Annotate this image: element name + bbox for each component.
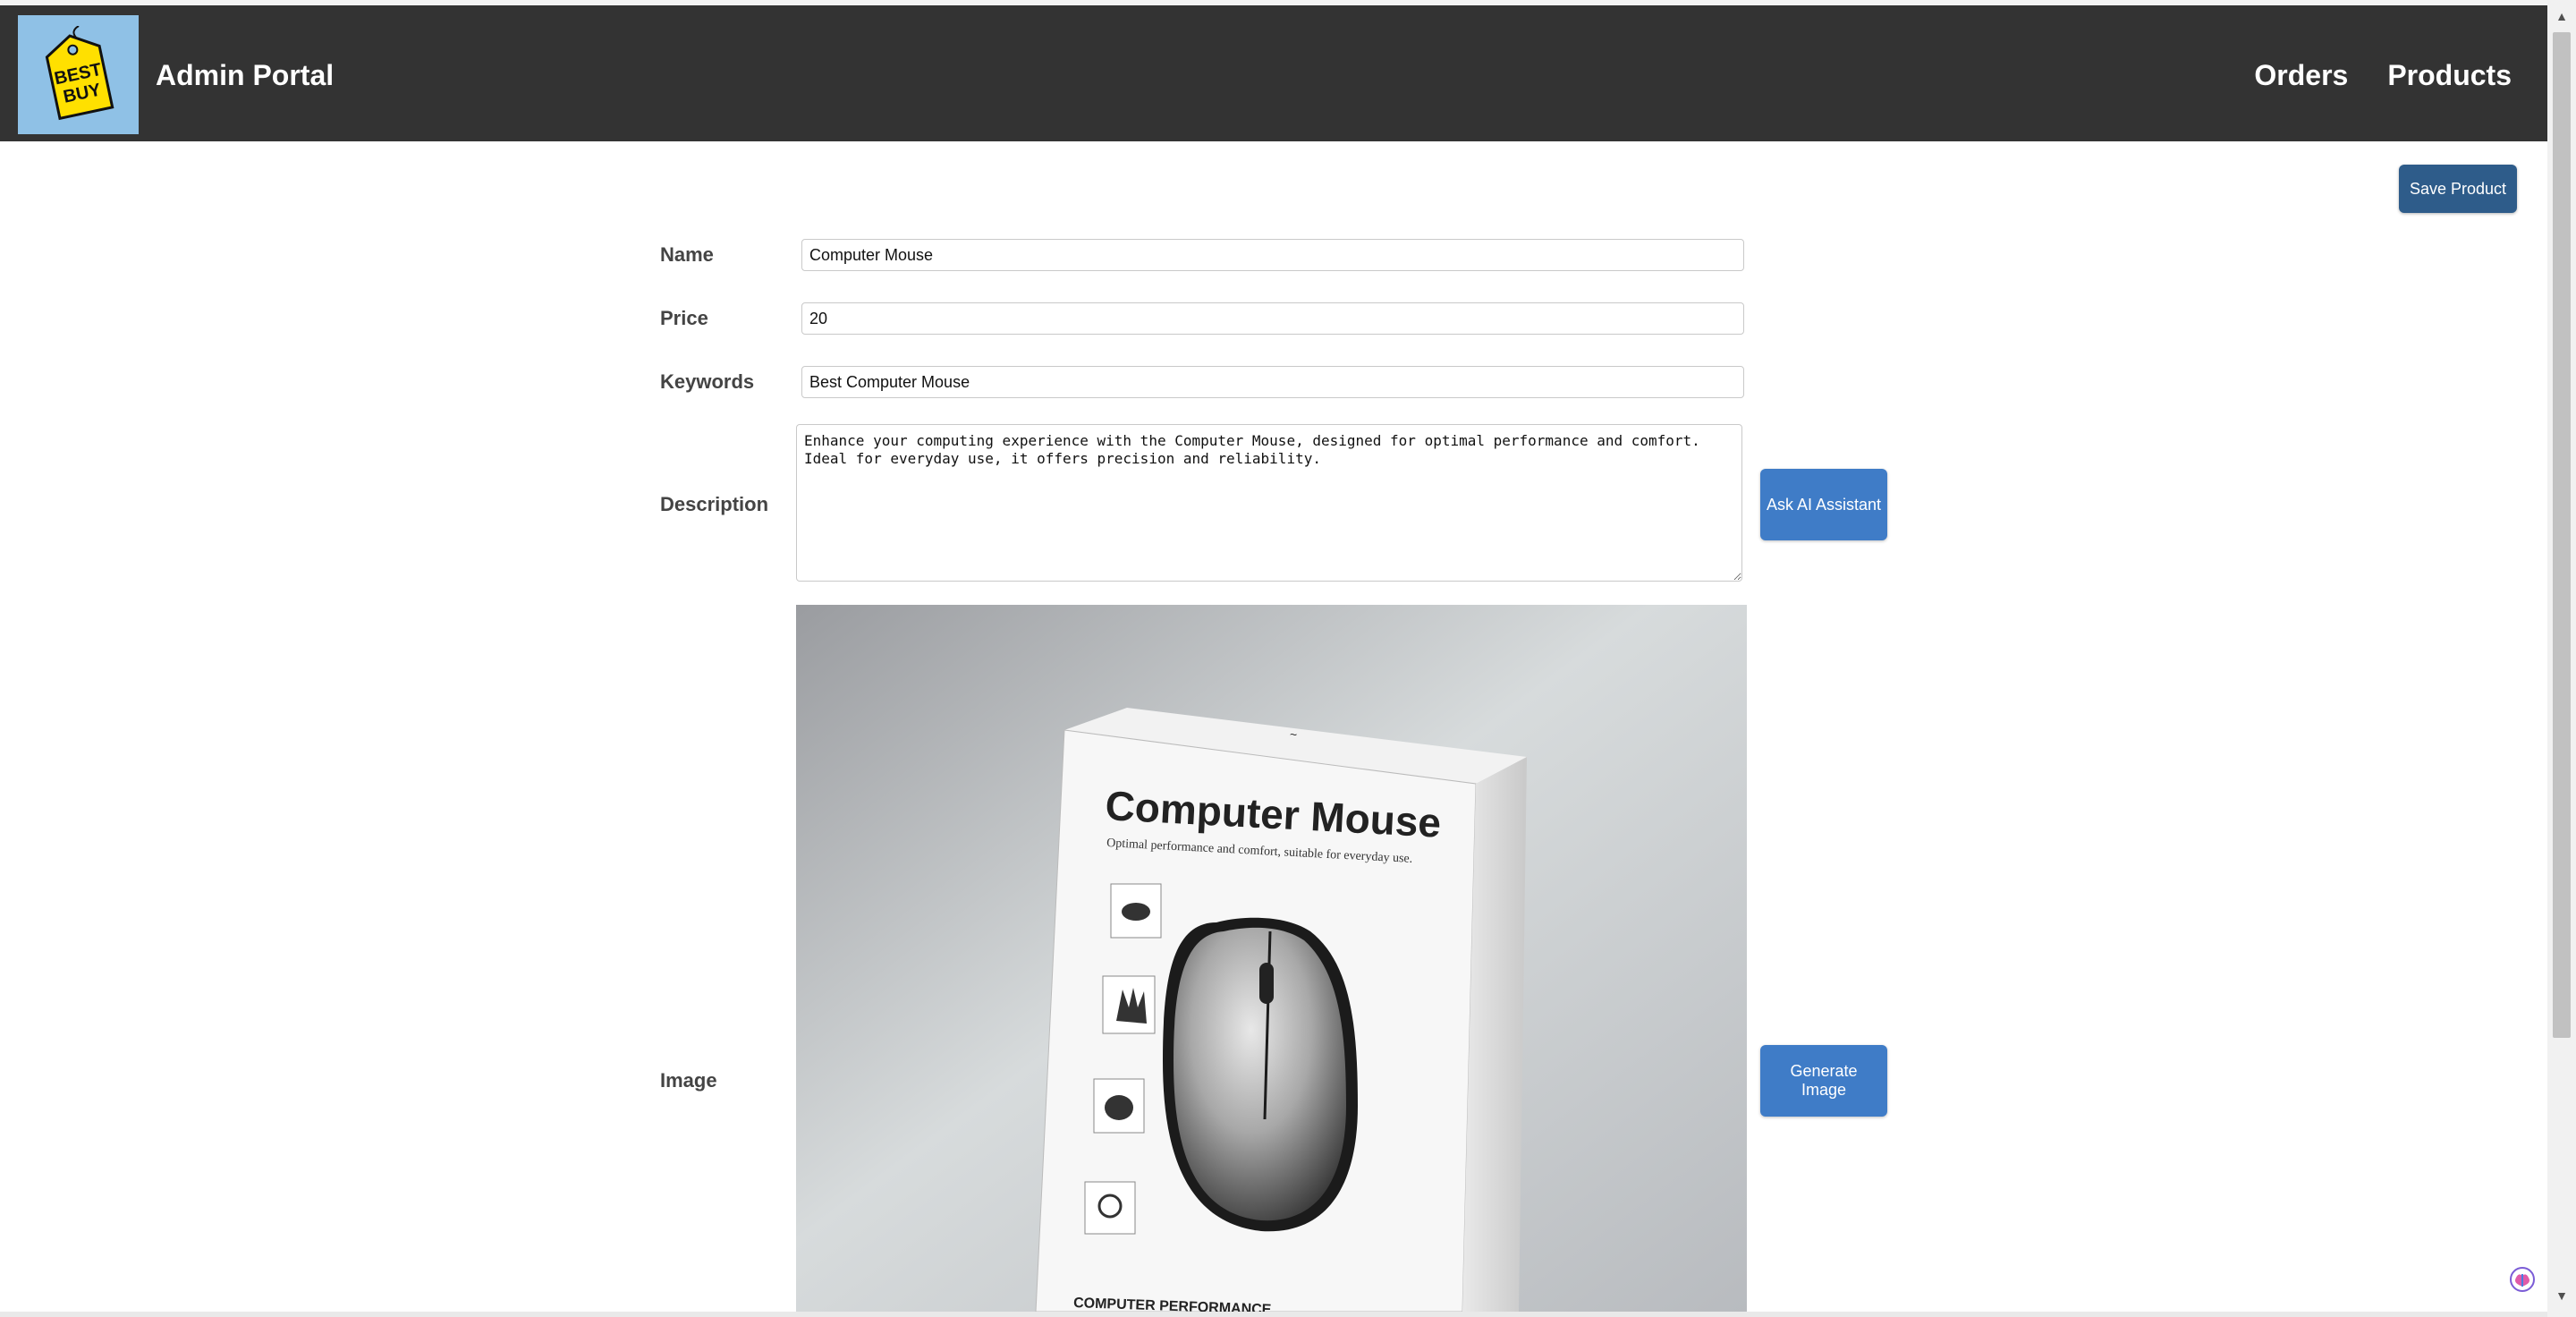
keywords-input[interactable] <box>801 366 1744 398</box>
scrollbar-thumb[interactable] <box>2553 32 2571 1038</box>
vertical-scrollbar[interactable]: ▲ ▼ <box>2547 0 2576 1317</box>
keywords-label: Keywords <box>660 370 755 393</box>
brain-extension-icon[interactable] <box>2508 1265 2537 1294</box>
scroll-up-arrow-icon[interactable]: ▲ <box>2547 5 2576 27</box>
name-label: Name <box>660 243 714 266</box>
scroll-down-arrow-icon[interactable]: ▼ <box>2547 1285 2576 1306</box>
image-label: Image <box>660 1069 717 1092</box>
main-nav: Orders Products <box>2254 59 2512 92</box>
generate-image-button[interactable]: Generate Image <box>1760 1045 1887 1117</box>
product-box-picture: ~ Computer Mouse Optimal performance and… <box>796 605 1747 1312</box>
nav-products[interactable]: Products <box>2387 59 2512 92</box>
best-buy-logo[interactable]: BEST BUY <box>18 15 139 134</box>
app-title: Admin Portal <box>156 59 335 91</box>
name-input[interactable] <box>801 239 1744 271</box>
svg-text:~: ~ <box>1290 727 1297 742</box>
description-label: Description <box>660 493 769 515</box>
nav-orders[interactable]: Orders <box>2254 59 2348 92</box>
app-header: BEST BUY Admin Portal Orders Products <box>0 5 2547 141</box>
price-label: Price <box>660 307 708 329</box>
window-bottom-edge <box>0 1312 2547 1317</box>
price-input[interactable] <box>801 302 1744 335</box>
save-product-button[interactable]: Save Product <box>2399 165 2517 213</box>
ask-ai-assistant-button[interactable]: Ask AI Assistant <box>1760 469 1887 540</box>
product-image: ~ Computer Mouse Optimal performance and… <box>796 605 1747 1312</box>
description-textarea[interactable]: Enhance your computing experience with t… <box>796 424 1742 582</box>
price-tag-icon: BEST BUY <box>45 25 114 120</box>
